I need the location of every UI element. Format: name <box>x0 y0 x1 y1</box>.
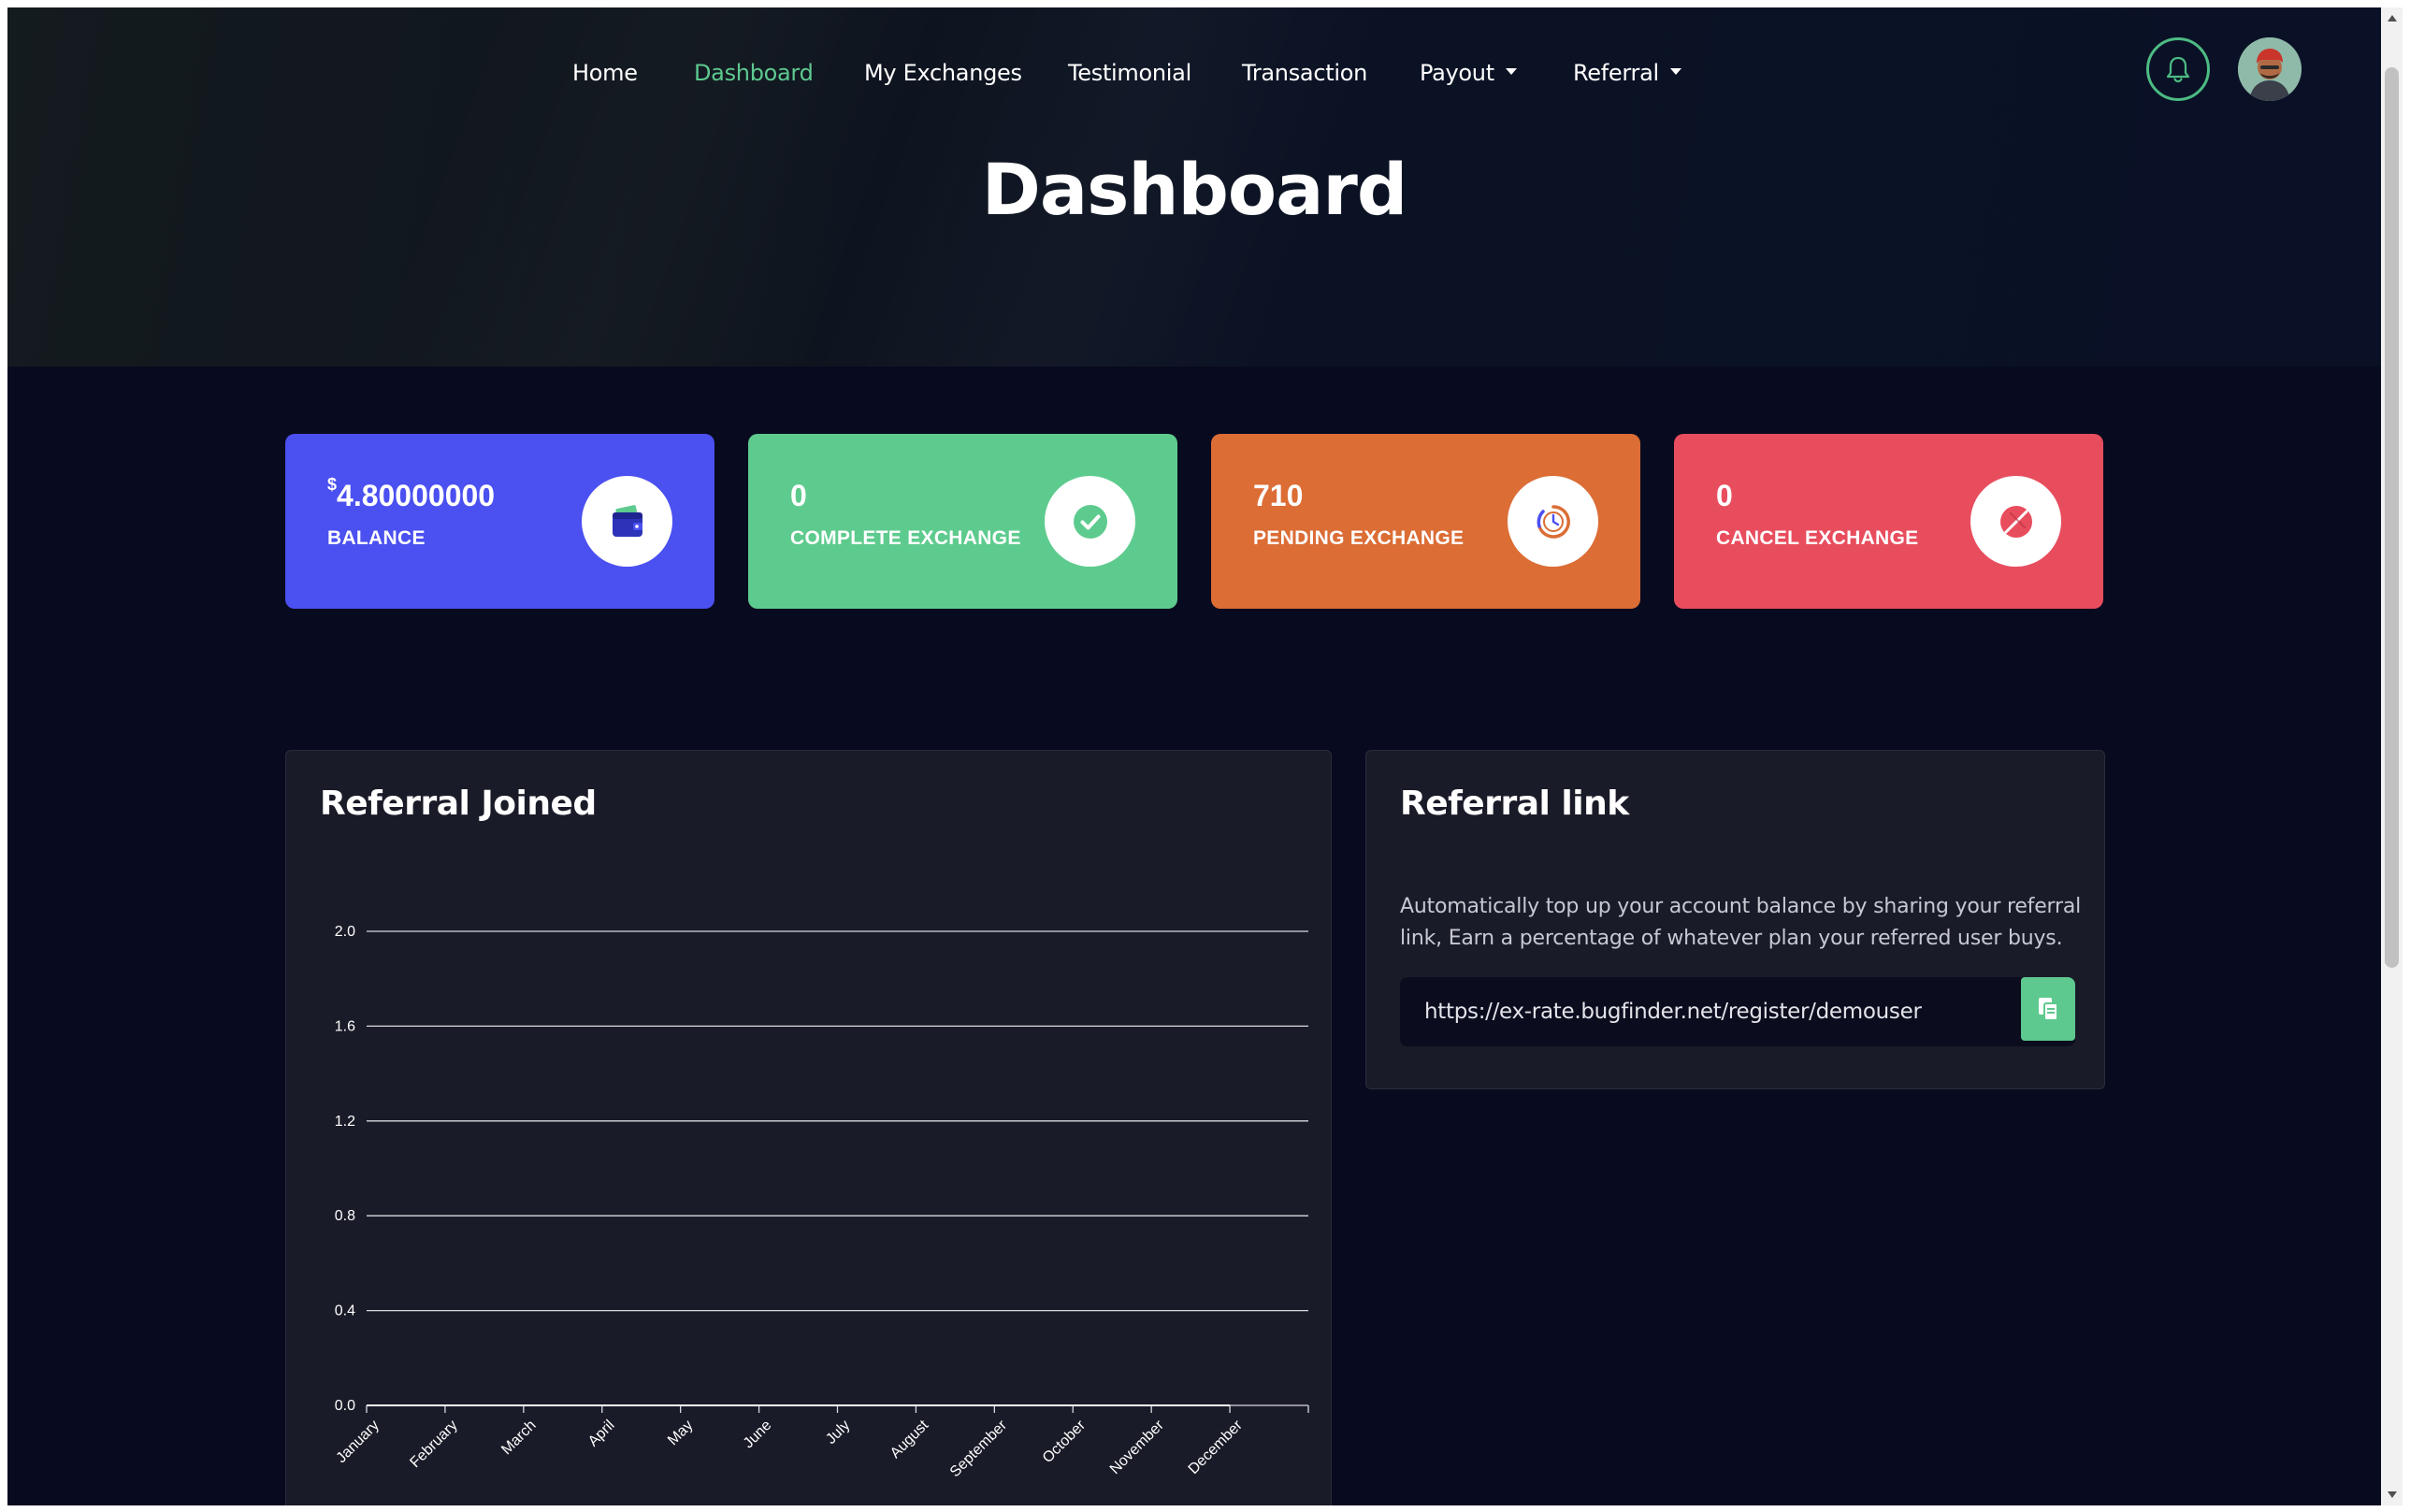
x-tick-label: September <box>947 1417 1011 1480</box>
nav-payout[interactable]: Payout <box>1420 60 1517 86</box>
nav-payout-label: Payout <box>1420 60 1494 86</box>
referral-description: Automatically top up your account balanc… <box>1400 895 2082 950</box>
y-tick-label: 0.4 <box>335 1303 355 1319</box>
nav-referral-label: Referral <box>1573 60 1659 86</box>
complete-exchange-count: 0 <box>790 479 807 512</box>
cancel-exchange-count: 0 <box>1716 479 1733 512</box>
pending-exchange-card: 710 PENDING EXCHANGE <box>1211 434 1640 609</box>
x-tick-label: November <box>1107 1417 1168 1477</box>
x-tick-label: January <box>334 1418 382 1466</box>
page-title: Dashboard <box>981 148 1408 231</box>
page-scrollbar[interactable] <box>2381 7 2403 1505</box>
cancel-icon <box>1970 476 2061 567</box>
hero-banner: Home Dashboard My Exchanges Testimonial … <box>7 7 2381 367</box>
pending-exchange-label: PENDING EXCHANGE <box>1253 527 1465 549</box>
copy-button[interactable] <box>2021 977 2075 1041</box>
pending-exchange-count: 710 <box>1253 479 1304 512</box>
cancel-exchange-label: CANCEL EXCHANGE <box>1716 527 1919 549</box>
x-tick-label: December <box>1186 1417 1247 1477</box>
nav-testimonial[interactable]: Testimonial <box>1068 60 1191 86</box>
y-tick-label: 1.2 <box>335 1114 355 1130</box>
check-circle-icon <box>1045 476 1135 567</box>
balance-card: $4.80000000 BALANCE <box>285 434 714 609</box>
balance-label: BALANCE <box>327 527 426 549</box>
notification-button[interactable] <box>2146 37 2210 101</box>
browser-viewport: Home Dashboard My Exchanges Testimonial … <box>7 7 2381 1505</box>
y-tick-label: 0.0 <box>335 1398 355 1414</box>
scroll-down-icon[interactable] <box>2388 1491 2397 1498</box>
referral-url-group <box>1400 977 2075 1046</box>
balance-value: $4.80000000 <box>327 475 496 513</box>
cancel-exchange-card: 0 CANCEL EXCHANGE <box>1674 434 2103 609</box>
referral-link-panel: Referral link Automatically top up your … <box>1365 750 2105 1089</box>
referral-joined-chart: 0.0 0.4 0.8 1.2 1.6 2.0 January February March Ap… <box>334 924 1309 1480</box>
wallet-icon <box>582 476 672 567</box>
scroll-up-icon[interactable] <box>2388 15 2397 22</box>
copy-icon <box>2039 998 2058 1021</box>
x-tick-label: July <box>823 1418 853 1447</box>
top-navigation: Home Dashboard My Exchanges Testimonial … <box>7 7 2381 138</box>
chevron-down-icon <box>1505 67 1517 75</box>
x-tick-label: April <box>585 1418 618 1450</box>
nav-my-exchanges[interactable]: My Exchanges <box>864 60 1022 86</box>
clock-icon <box>1508 476 1598 567</box>
y-tick-label: 1.6 <box>335 1018 355 1034</box>
complete-exchange-label: COMPLETE EXCHANGE <box>790 527 1021 549</box>
referral-joined-panel: Referral Joined 0.0 0.4 0.8 1.2 1.6 2.0 Januar… <box>285 750 1332 1505</box>
referral-link-title: Referral link <box>1400 785 1629 823</box>
x-tick-label: October <box>1040 1417 1090 1466</box>
currency-symbol: $ <box>327 475 338 494</box>
y-tick-label: 0.8 <box>335 1208 355 1224</box>
balance-amount: 4.80000000 <box>337 479 496 512</box>
nav-home[interactable]: Home <box>572 60 638 86</box>
x-tick-label: August <box>888 1417 932 1462</box>
referral-url-input[interactable] <box>1400 977 2014 1046</box>
bell-icon <box>2166 56 2190 83</box>
y-tick-label: 2.0 <box>335 924 355 940</box>
nav-referral[interactable]: Referral <box>1573 60 1681 86</box>
x-tick-label: May <box>665 1418 696 1448</box>
scroll-thumb[interactable] <box>2385 67 2399 968</box>
nav-dashboard[interactable]: Dashboard <box>694 60 814 86</box>
nav-transaction[interactable]: Transaction <box>1242 60 1367 86</box>
user-avatar[interactable] <box>2238 37 2302 101</box>
x-tick-label: March <box>498 1418 539 1458</box>
chevron-down-icon <box>1669 67 1681 75</box>
avatar-image <box>2238 37 2302 101</box>
complete-exchange-card: 0 COMPLETE EXCHANGE <box>748 434 1177 609</box>
x-tick-label: June <box>741 1418 775 1452</box>
x-tick-label: February <box>407 1418 460 1471</box>
